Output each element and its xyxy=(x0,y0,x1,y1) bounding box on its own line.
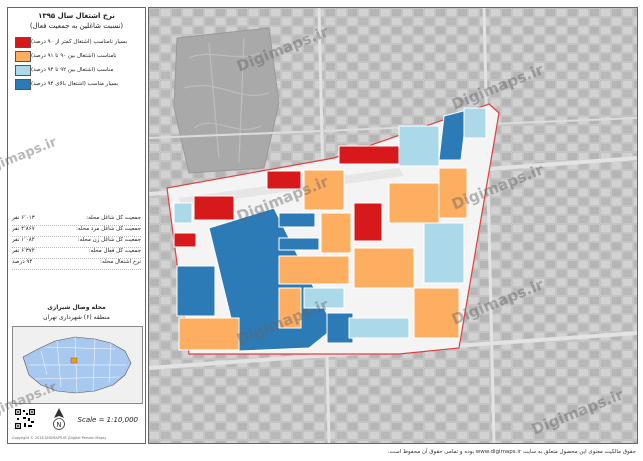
park-area xyxy=(173,27,280,174)
area-name: محله وصال شیرازی xyxy=(47,304,106,311)
parcel-very-good[interactable] xyxy=(176,265,216,317)
legend-item-good: مناسب (اشتغال بین ۹۲ تا ۹۴ درصد) xyxy=(12,64,141,76)
scale-label: Scale = 1:10,000 xyxy=(77,416,138,424)
parcel-poor[interactable] xyxy=(320,212,352,254)
legend-label: بسیار مناسب (اشتغال بالای ۹۴ درصد) xyxy=(31,81,119,87)
parcel-poor[interactable] xyxy=(438,167,468,219)
parcel-poor[interactable] xyxy=(353,247,415,289)
legend-swatch xyxy=(15,50,31,62)
parcel-very-poor[interactable] xyxy=(193,195,235,221)
map-footer: N Scale = 1:10,000 xyxy=(12,406,141,440)
stat-row: جمعیت کل شاغل محله: ۶٬۰۱۳ نفر xyxy=(12,215,141,226)
locator-map xyxy=(12,326,143,404)
parcel-good[interactable] xyxy=(423,222,465,284)
stat-row: نرخ اشتغال محله: ۹۴ درصد xyxy=(12,259,141,270)
stats-table: جمعیت کل شاغل محله: ۶٬۰۱۳ نفر جمعیت کل شا… xyxy=(12,215,141,270)
parcel-good[interactable] xyxy=(173,202,193,224)
parcel-good[interactable] xyxy=(348,317,410,339)
legend-swatch xyxy=(15,64,31,76)
legend-label: نامناسب (اشتغال بین ۹۰ تا ۹۱ درصد) xyxy=(31,53,117,59)
parcel-poor[interactable] xyxy=(278,255,350,285)
legend-label: بسیار نامناسب (اشتغال کمتر از ۹۰ درصد) xyxy=(31,39,128,45)
legend-swatch xyxy=(15,36,31,48)
stat-row: جمعیت کل شاغل مرد محله: ۴٬۸۶۷ نفر xyxy=(12,226,141,237)
stat-row: جمعیت کل فعال محله: ۶٬۳۷۴ نفر xyxy=(12,248,141,259)
map-subtitle: (نسبت شاغلین به جمعیت فعال) xyxy=(29,22,124,30)
parcel-poor[interactable] xyxy=(303,169,345,211)
legend-label: مناسب (اشتغال بین ۹۲ تا ۹۴ درصد) xyxy=(31,67,114,73)
parcel-very-poor[interactable] xyxy=(266,170,302,190)
parcel-very-good[interactable] xyxy=(278,237,320,251)
legend-item-poor: نامناسب (اشتغال بین ۹۰ تا ۹۱ درصد) xyxy=(12,50,141,62)
stat-row: جمعیت کل شاغل زن محله: ۱٬۰۸۴ نفر xyxy=(12,237,141,248)
parcel-good[interactable] xyxy=(463,107,487,139)
legend-panel: نرخ اشتغال سال ۱۳۹۵ (نسبت شاغلین به جمعی… xyxy=(7,7,146,444)
parcel-very-good[interactable] xyxy=(278,212,316,228)
parcel-very-poor[interactable] xyxy=(353,202,383,242)
parcel-poor[interactable] xyxy=(278,287,302,329)
parcel-good[interactable] xyxy=(303,287,345,309)
parcel-very-poor[interactable] xyxy=(173,232,197,248)
area-district: منطقه (۶) شهرداری تهران xyxy=(43,314,110,321)
legend-item-very-poor: بسیار نامناسب (اشتغال کمتر از ۹۰ درصد) xyxy=(12,36,141,48)
parcel-poor[interactable] xyxy=(413,287,460,339)
bottom-note: حقوق مالکیت معنوی این محصول متعلق به سای… xyxy=(387,449,636,455)
parcel-poor[interactable] xyxy=(388,182,440,224)
legend-swatch xyxy=(15,78,31,90)
map-title: نرخ اشتغال سال ۱۳۹۵ xyxy=(38,12,115,20)
parcel-good[interactable] xyxy=(398,125,440,167)
copyright-text: Copyright © 2018 DIGIMAPS.IR (Digital Pe… xyxy=(12,436,107,440)
legend-item-very-good: بسیار مناسب (اشتغال بالای ۹۴ درصد) xyxy=(12,78,141,90)
north-label: N xyxy=(56,421,61,429)
map-canvas[interactable] xyxy=(149,8,637,443)
locator-map-svg xyxy=(22,336,132,394)
parcel-very-poor[interactable] xyxy=(338,145,400,165)
parcel-poor[interactable] xyxy=(178,317,240,351)
locator-highlight xyxy=(70,357,78,364)
qr-code-icon xyxy=(14,408,36,430)
north-arrow-icon: N xyxy=(53,408,65,430)
map-frame[interactable]: Digimaps.ir Digimaps.ir Digimaps.ir Digi… xyxy=(148,7,638,444)
